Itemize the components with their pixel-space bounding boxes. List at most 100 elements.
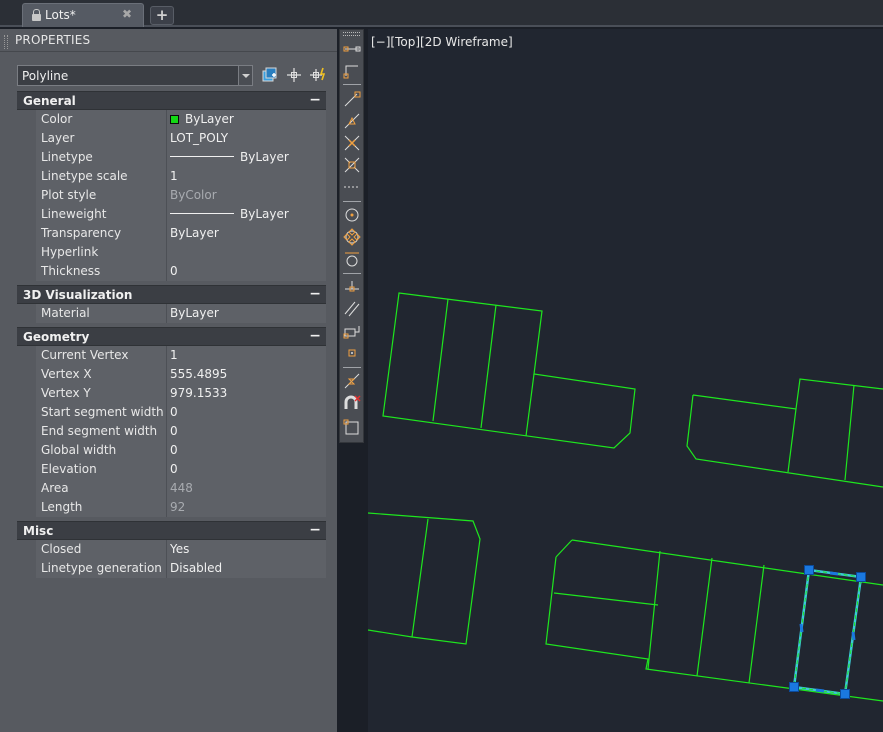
property-name: Linetype scale xyxy=(36,167,167,186)
property-value[interactable]: 979.1533 xyxy=(167,384,326,403)
property-row-linetype-scale[interactable]: Linetype scale 1 xyxy=(17,167,326,186)
snap-midpoint-button[interactable] xyxy=(342,111,362,131)
object-type-dropdown[interactable]: Polyline xyxy=(17,65,253,86)
vertex-grip xyxy=(856,572,866,582)
snap-from-button[interactable] xyxy=(342,60,362,80)
new-tab-button[interactable]: + xyxy=(150,6,174,25)
toggle-pickadd-button[interactable] xyxy=(260,65,280,85)
snap-intersection-button[interactable] xyxy=(342,133,362,153)
drawing-canvas[interactable]: [−][Top][2D Wireframe] xyxy=(368,29,883,732)
snap-quadrant-button[interactable] xyxy=(342,227,362,247)
property-row-hyperlink[interactable]: Hyperlink xyxy=(17,243,326,262)
section-geometry-header[interactable]: Geometry − xyxy=(17,327,326,346)
property-value[interactable]: 1 xyxy=(167,346,326,365)
section-3d-visualization-header[interactable]: 3D Visualization − xyxy=(17,285,326,304)
snap-nearest-button[interactable] xyxy=(342,371,362,391)
palette-grip-handle[interactable] xyxy=(4,35,8,49)
snap-endpoint-button[interactable] xyxy=(342,89,362,109)
property-name: Thickness xyxy=(36,262,167,281)
midpoint-grip xyxy=(815,688,825,693)
property-row-vertex-y[interactable]: Vertex Y 979.1533 xyxy=(17,384,326,403)
property-row-current-vertex[interactable]: Current Vertex 1 xyxy=(17,346,326,365)
quick-select-button[interactable] xyxy=(308,65,328,85)
property-row-closed[interactable]: Closed Yes xyxy=(17,540,326,559)
snap-node-button[interactable] xyxy=(342,343,362,363)
property-value[interactable]: 1 xyxy=(167,167,326,186)
lot-polyline xyxy=(432,298,449,422)
insert-icon xyxy=(343,326,360,339)
property-row-layer[interactable]: Layer LOT_POLY xyxy=(17,129,326,148)
property-name: Global width xyxy=(36,441,167,460)
property-name: Vertex X xyxy=(36,365,167,384)
snap-center-button[interactable] xyxy=(342,205,362,225)
property-value[interactable]: Yes xyxy=(167,540,326,559)
property-value[interactable]: 0 xyxy=(167,441,326,460)
property-row-transparency[interactable]: Transparency ByLayer xyxy=(17,224,326,243)
lot-polyline xyxy=(368,512,481,645)
lot-polyline xyxy=(647,550,661,670)
quadrant-icon xyxy=(343,228,361,246)
close-tab-icon[interactable]: ✖ xyxy=(122,7,132,21)
tab-lots[interactable]: Lots* ✖ xyxy=(22,3,144,27)
snap-extension-button[interactable] xyxy=(342,177,362,197)
property-value[interactable]: Disabled xyxy=(167,559,326,578)
snap-none-button[interactable] xyxy=(342,393,362,413)
viewport-controls-label[interactable]: [−][Top][2D Wireframe] xyxy=(371,35,513,49)
property-row-global-width[interactable]: Global width 0 xyxy=(17,441,326,460)
property-value[interactable]: ByLayer xyxy=(167,205,326,224)
property-value[interactable]: ByLayer xyxy=(167,148,326,167)
snap-perpendicular-button[interactable] xyxy=(342,277,362,297)
tangent-icon xyxy=(345,252,359,267)
property-name: Elevation xyxy=(36,460,167,479)
property-value[interactable]: 555.4895 xyxy=(167,365,326,384)
property-row-linetype-generation[interactable]: Linetype generation Disabled xyxy=(17,559,326,578)
collapse-icon[interactable]: − xyxy=(309,92,321,108)
property-row-material[interactable]: Material ByLayer xyxy=(17,304,326,323)
property-value[interactable]: 0 xyxy=(167,422,326,441)
property-name: Lineweight xyxy=(36,205,167,224)
toolbar-grip-handle[interactable] xyxy=(343,32,360,36)
property-name: Material xyxy=(36,304,167,323)
property-value[interactable]: 0 xyxy=(167,403,326,422)
linetype-sample xyxy=(170,156,234,157)
property-value[interactable] xyxy=(167,243,326,262)
property-row-lineweight[interactable]: Lineweight ByLayer xyxy=(17,205,326,224)
snap-insert-button[interactable] xyxy=(342,321,362,341)
property-row-start-segment-width[interactable]: Start segment width 0 xyxy=(17,403,326,422)
property-value[interactable]: ByLayer xyxy=(167,110,326,129)
property-value[interactable]: ByLayer xyxy=(167,304,326,323)
property-value[interactable]: 0 xyxy=(167,460,326,479)
section-misc-header[interactable]: Misc − xyxy=(17,521,326,540)
lot-polyline xyxy=(545,556,883,702)
property-row-length: Length 92 xyxy=(17,498,326,517)
snap-tangent-button[interactable] xyxy=(342,249,362,269)
endpoint-icon xyxy=(344,91,361,107)
snap-apparent-intersection-button[interactable] xyxy=(342,155,362,175)
property-name: End segment width xyxy=(36,422,167,441)
chevron-down-icon[interactable] xyxy=(238,66,252,85)
property-name: Area xyxy=(36,479,167,498)
snap-temporary-track-button[interactable] xyxy=(342,38,362,58)
section-general-header[interactable]: General − xyxy=(17,91,326,110)
lot-polyline xyxy=(553,592,659,606)
property-row-vertex-x[interactable]: Vertex X 555.4895 xyxy=(17,365,326,384)
section-title: Geometry xyxy=(23,330,90,344)
property-row-thickness[interactable]: Thickness 0 xyxy=(17,262,326,281)
property-value[interactable]: ByLayer xyxy=(167,224,326,243)
property-value: 448 xyxy=(167,479,326,498)
property-row-linetype[interactable]: Linetype ByLayer xyxy=(17,148,326,167)
snap-parallel-button[interactable] xyxy=(342,299,362,319)
select-objects-button[interactable] xyxy=(284,65,304,85)
property-row-end-segment-width[interactable]: End segment width 0 xyxy=(17,422,326,441)
collapse-icon[interactable]: − xyxy=(309,522,321,538)
property-name: Current Vertex xyxy=(36,346,167,365)
property-row-color[interactable]: Color ByLayer xyxy=(17,110,326,129)
property-value[interactable]: LOT_POLY xyxy=(167,129,326,148)
property-row-plot-style: Plot style ByColor xyxy=(17,186,326,205)
collapse-icon[interactable]: − xyxy=(309,328,321,344)
collapse-icon[interactable]: − xyxy=(309,286,321,302)
property-row-elevation[interactable]: Elevation 0 xyxy=(17,460,326,479)
center-icon xyxy=(345,208,359,222)
property-value[interactable]: 0 xyxy=(167,262,326,281)
snap-settings-button[interactable] xyxy=(342,417,362,437)
